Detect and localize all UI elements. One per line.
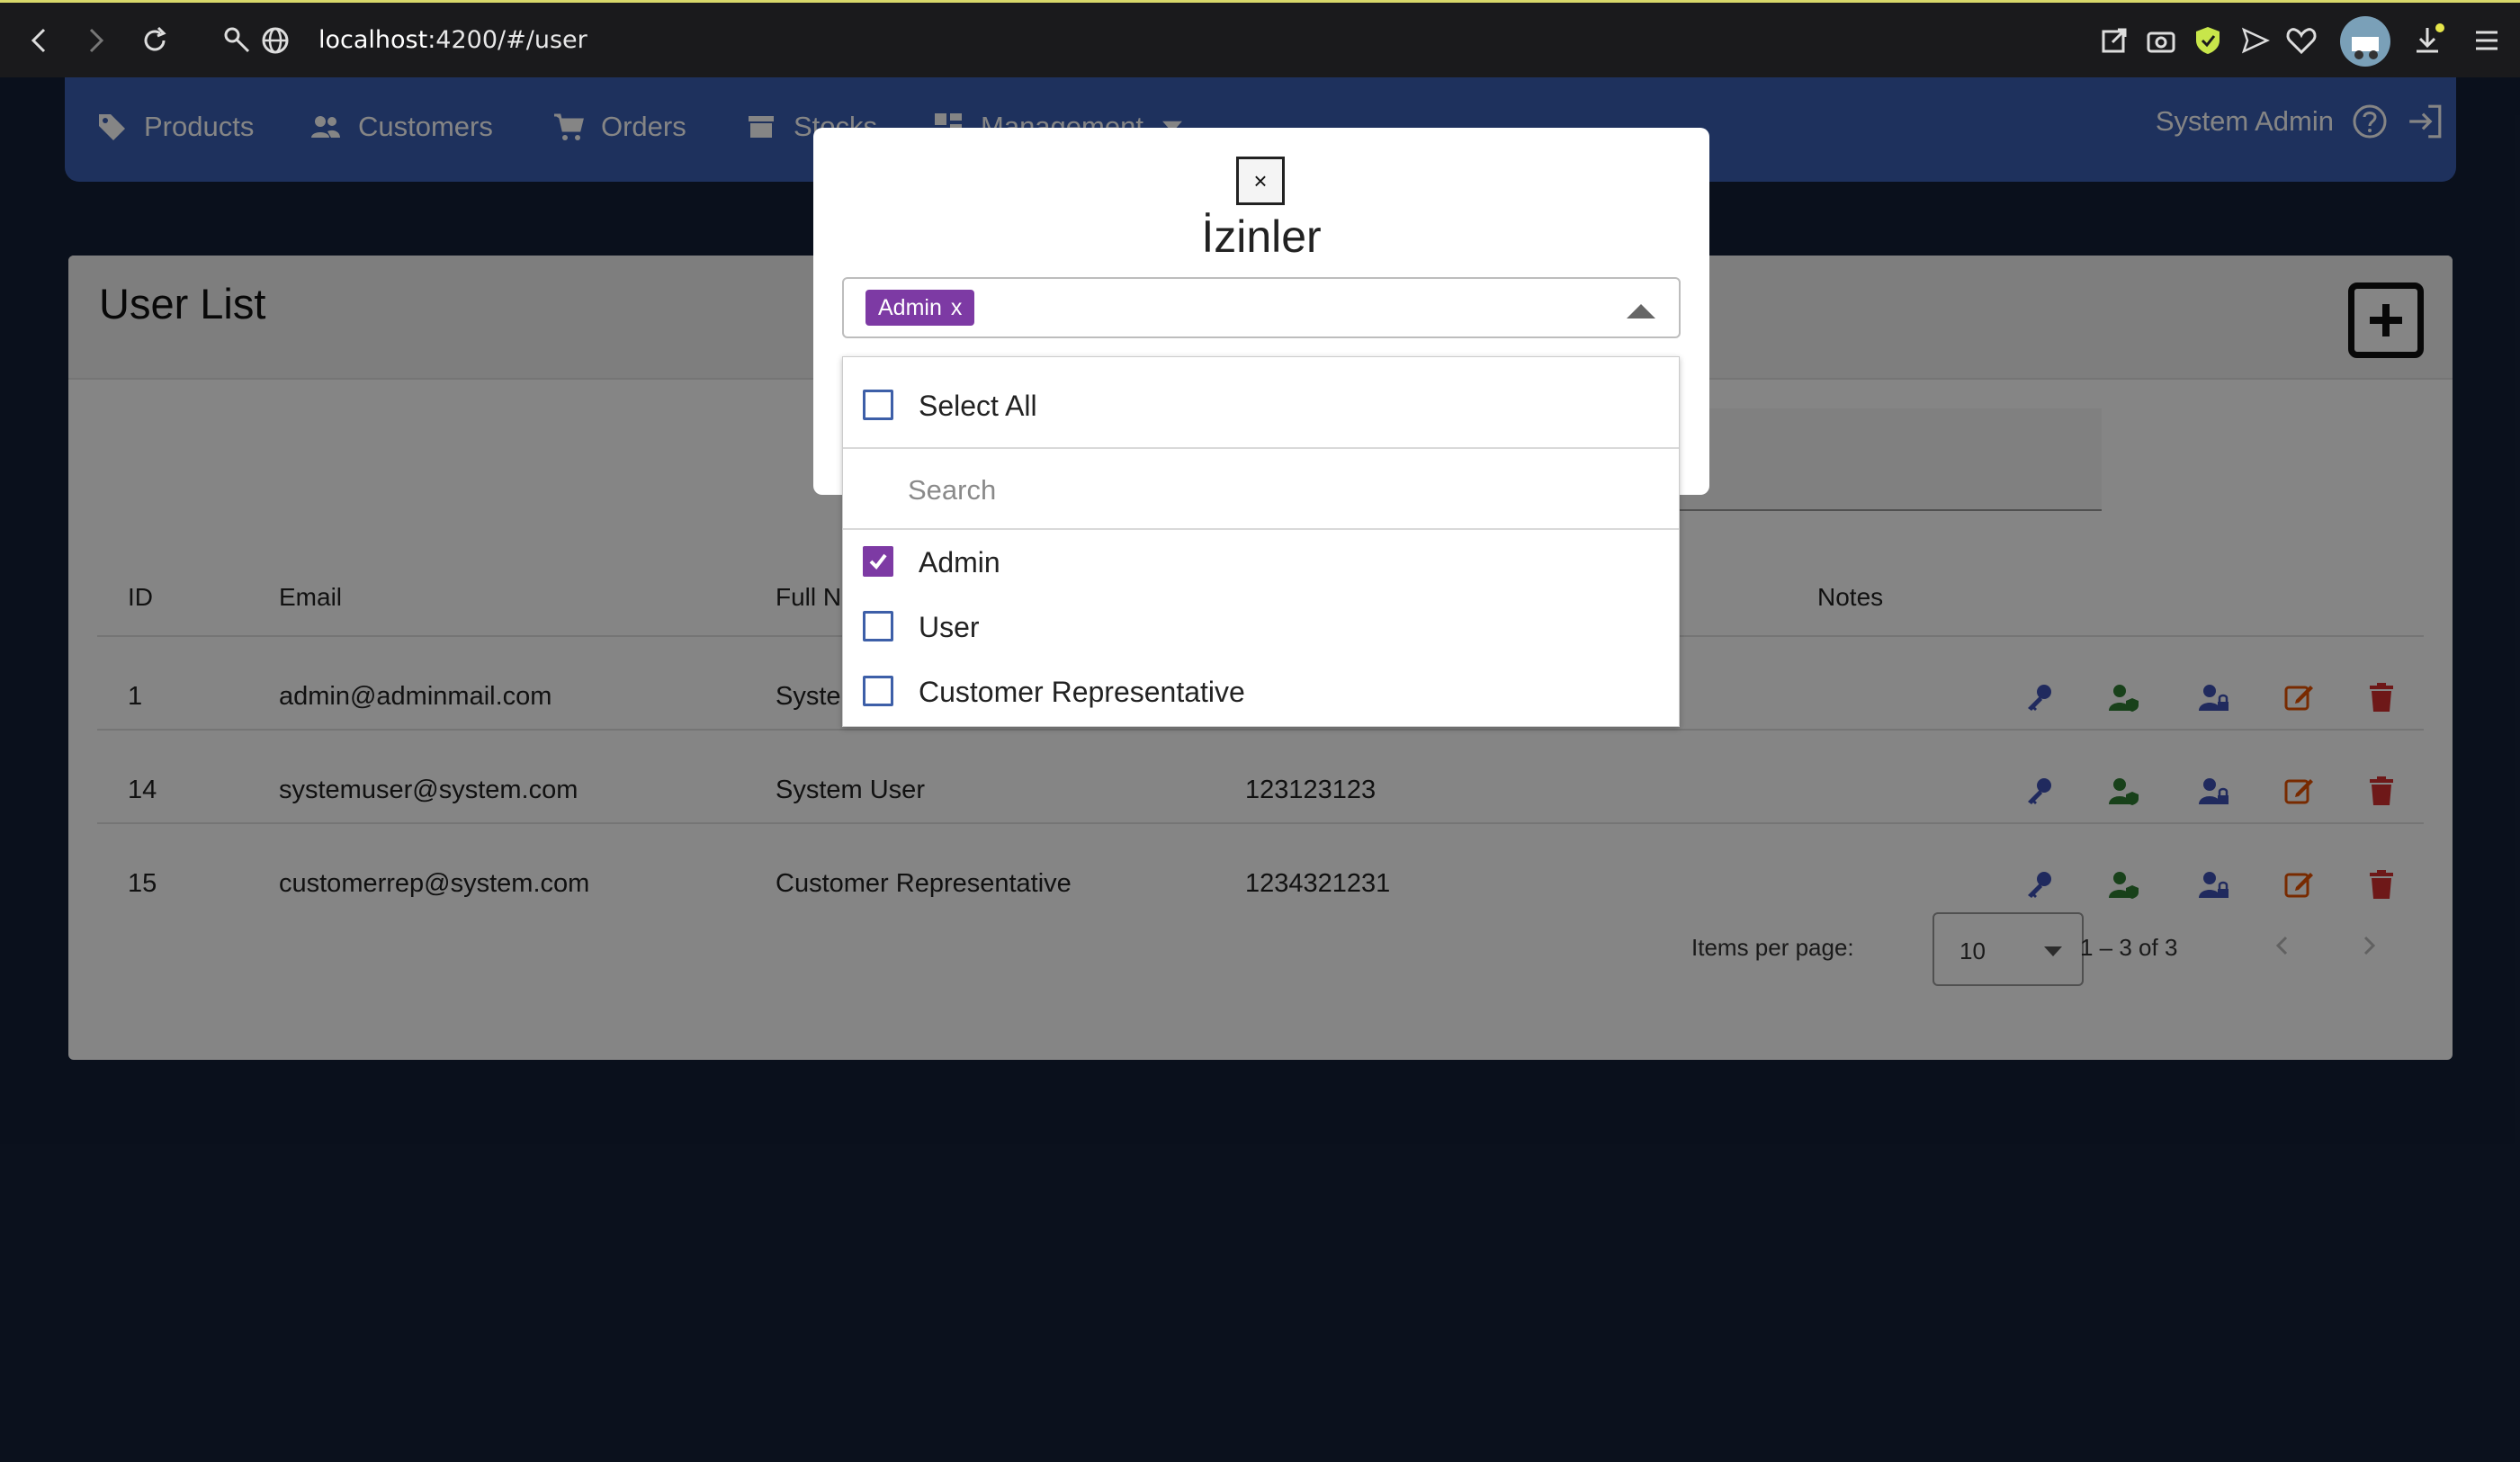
select-all-checkbox[interactable] (863, 390, 893, 420)
option-checkbox-customer-representative[interactable] (863, 676, 893, 706)
globe-icon (262, 27, 289, 54)
option-label: Admin (919, 546, 1000, 579)
option-checkbox-admin[interactable] (863, 546, 893, 577)
shield-icon[interactable] (2190, 22, 2226, 58)
url-path: :4200/#/user (427, 26, 587, 54)
permissions-multiselect[interactable]: Admin x (842, 277, 1681, 338)
divider (843, 528, 1679, 530)
site-info-icon[interactable] (220, 22, 256, 58)
download-icon[interactable] (2409, 22, 2445, 58)
option-admin[interactable]: Admin (843, 544, 1679, 584)
option-label: Customer Representative (919, 676, 1245, 708)
forward-icon[interactable] (77, 22, 113, 58)
dialog-title: İzinler (1201, 211, 1322, 262)
avatar[interactable] (2339, 15, 2391, 67)
option-customer-representative[interactable]: Customer Representative (843, 674, 1679, 713)
menu-icon[interactable] (2469, 22, 2505, 58)
option-user[interactable]: User (843, 609, 1679, 649)
send-icon[interactable] (2237, 22, 2273, 58)
close-button[interactable]: × (1236, 157, 1285, 205)
share-icon[interactable] (2096, 22, 2132, 58)
address-bar[interactable]: localhost:4200/#/user (318, 26, 587, 54)
divider (843, 447, 1679, 449)
dropdown-search-input[interactable]: Search (908, 474, 996, 507)
permissions-dropdown-panel: Select All Search Admin User Customer Re… (842, 356, 1680, 727)
browser-toolbar: localhost:4200/#/user (0, 0, 2520, 77)
option-checkbox-user[interactable] (863, 611, 893, 641)
selected-chip-admin: Admin x (865, 290, 975, 326)
heart-icon[interactable] (2283, 22, 2319, 58)
option-label: User (919, 611, 980, 643)
chip-label: Admin (878, 295, 942, 320)
checkmark-icon (869, 553, 887, 570)
url-host: localhost (318, 26, 428, 54)
select-all-option[interactable]: Select All (843, 388, 1679, 427)
chip-remove-button[interactable]: x (951, 295, 963, 320)
back-icon[interactable] (22, 22, 58, 58)
caret-up-icon[interactable] (1627, 304, 1655, 318)
option-label: Select All (919, 390, 1037, 422)
reload-icon[interactable] (137, 22, 173, 58)
camera-icon[interactable] (2143, 22, 2179, 58)
